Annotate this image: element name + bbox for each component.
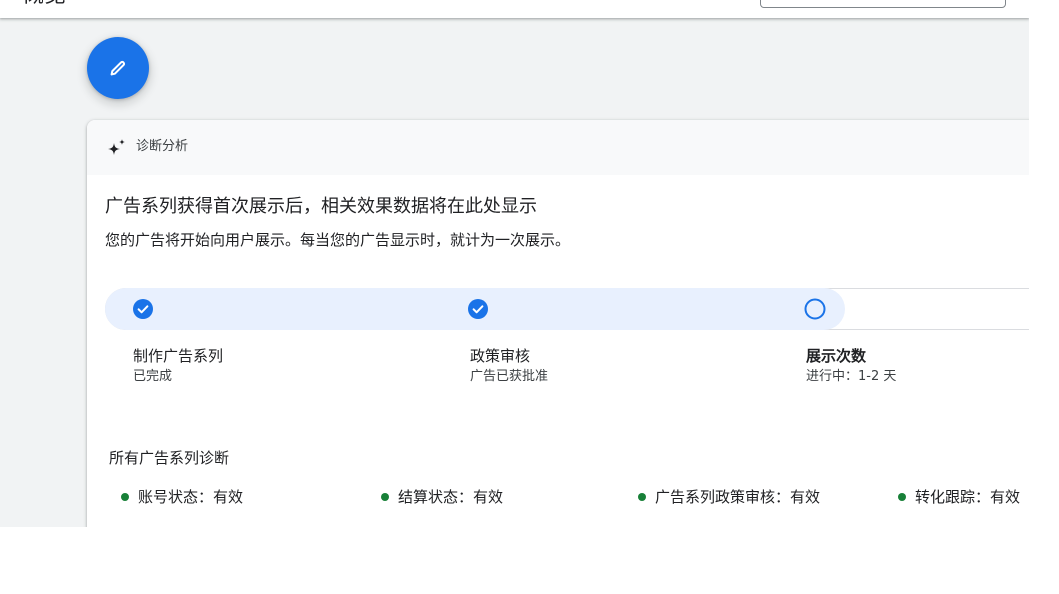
step-impressions: 展示次数 进行中：1-2 天: [806, 346, 896, 386]
step-title: 政策审核: [470, 347, 531, 365]
app-viewport: 概览 诊断分析 广告系列获得首次展示后，相关效果数据将在此处显示 您的广告将开始…: [0, 0, 1029, 527]
status-label: 结算状态：有效: [398, 488, 504, 506]
status-dot-icon: [638, 493, 646, 501]
check-circle-icon: [468, 299, 488, 319]
status-billing: 结算状态：有效: [381, 487, 503, 507]
card-header-title: 诊断分析: [136, 139, 189, 154]
status-dot-icon: [381, 493, 389, 501]
status-conversion-tracking: 转化跟踪：有效: [898, 487, 1020, 507]
step-status: 广告已获批准: [470, 369, 549, 384]
card-header: 诊断分析: [87, 120, 1029, 175]
status-label: 广告系列政策审核：有效: [655, 488, 821, 506]
card-description: 您的广告将开始向用户展示。每当您的广告显示时，就计为一次展示。: [105, 231, 571, 249]
pencil-icon: [107, 57, 129, 79]
sparkle-icon: [106, 137, 128, 159]
status-label: 转化跟踪：有效: [915, 488, 1021, 506]
edit-fab-button[interactable]: [87, 37, 149, 99]
step-status: 已完成: [133, 369, 173, 384]
empty-circle-icon: [804, 298, 826, 320]
status-dot-icon: [898, 493, 906, 501]
progress-tracker: [105, 288, 1029, 330]
top-bar: 概览: [0, 0, 1029, 18]
diagnostics-card: 诊断分析 广告系列获得首次展示后，相关效果数据将在此处显示 您的广告将开始向用户…: [87, 120, 1029, 527]
step-title: 制作广告系列: [133, 347, 224, 365]
status-dot-icon: [121, 493, 129, 501]
status-label: 账号状态：有效: [138, 488, 244, 506]
card-headline: 广告系列获得首次展示后，相关效果数据将在此处显示: [105, 196, 537, 217]
step-campaign-created: 制作广告系列 已完成: [133, 346, 223, 386]
top-bar-field[interactable]: [760, 0, 1006, 8]
step-policy-review: 政策审核 广告已获批准: [470, 346, 548, 386]
page-title: 概览: [22, 0, 66, 7]
main-content: 诊断分析 广告系列获得首次展示后，相关效果数据将在此处显示 您的广告将开始向用户…: [0, 18, 1029, 527]
step-title: 展示次数: [806, 347, 867, 365]
check-circle-icon: [133, 299, 153, 319]
status-campaign-policy: 广告系列政策审核：有效: [638, 487, 820, 507]
all-diagnostics-title: 所有广告系列诊断: [109, 449, 230, 467]
step-status: 进行中：1-2 天: [806, 369, 897, 384]
status-account: 账号状态：有效: [121, 487, 243, 507]
